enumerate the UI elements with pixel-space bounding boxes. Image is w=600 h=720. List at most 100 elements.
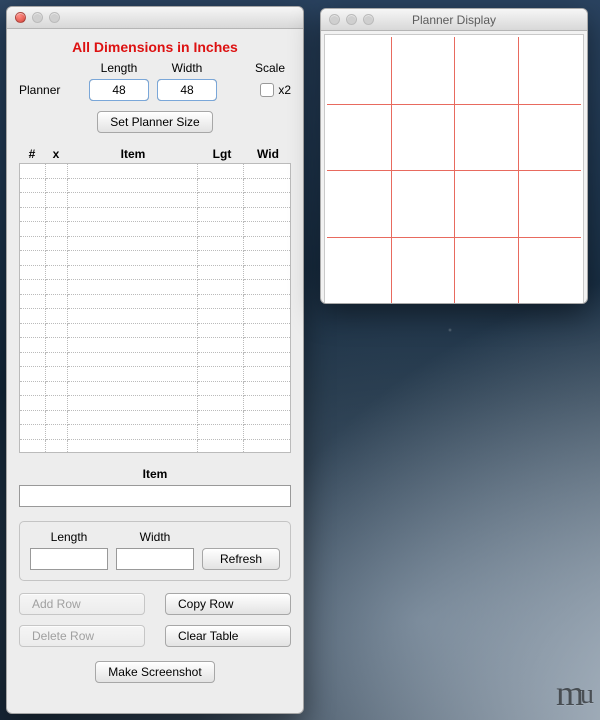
- table-cell[interactable]: [20, 425, 46, 440]
- table-cell[interactable]: [20, 440, 46, 454]
- table-cell[interactable]: [198, 251, 244, 266]
- table-cell[interactable]: [20, 237, 46, 252]
- planner-width-input[interactable]: [157, 79, 217, 101]
- table-cell[interactable]: [244, 367, 290, 382]
- table-cell[interactable]: [46, 251, 68, 266]
- table-cell[interactable]: [198, 338, 244, 353]
- table-cell[interactable]: [244, 382, 290, 397]
- table-cell[interactable]: [68, 251, 198, 266]
- table-cell[interactable]: [20, 222, 46, 237]
- table-cell[interactable]: [46, 367, 68, 382]
- table-cell[interactable]: [68, 295, 198, 310]
- table-cell[interactable]: [198, 324, 244, 339]
- table-cell[interactable]: [68, 309, 198, 324]
- planner-canvas[interactable]: [324, 34, 584, 304]
- table-cell[interactable]: [198, 164, 244, 179]
- table-cell[interactable]: [46, 425, 68, 440]
- table-cell[interactable]: [20, 251, 46, 266]
- table-cell[interactable]: [46, 324, 68, 339]
- table-cell[interactable]: [198, 411, 244, 426]
- table-cell[interactable]: [198, 222, 244, 237]
- table-cell[interactable]: [20, 338, 46, 353]
- table-cell[interactable]: [68, 396, 198, 411]
- table-cell[interactable]: [244, 222, 290, 237]
- table-row[interactable]: [20, 237, 290, 252]
- table-cell[interactable]: [68, 411, 198, 426]
- table-cell[interactable]: [20, 396, 46, 411]
- table-cell[interactable]: [46, 237, 68, 252]
- table-row[interactable]: [20, 440, 290, 454]
- table-cell[interactable]: [46, 280, 68, 295]
- minimize-icon[interactable]: [32, 12, 43, 23]
- table-cell[interactable]: [46, 222, 68, 237]
- table-row[interactable]: [20, 367, 290, 382]
- add-row-button[interactable]: Add Row: [19, 593, 145, 615]
- make-screenshot-button[interactable]: Make Screenshot: [95, 661, 214, 683]
- copy-row-button[interactable]: Copy Row: [165, 593, 291, 615]
- table-cell[interactable]: [68, 193, 198, 208]
- table-row[interactable]: [20, 280, 290, 295]
- table-cell[interactable]: [46, 440, 68, 454]
- table-cell[interactable]: [68, 353, 198, 368]
- table-cell[interactable]: [244, 164, 290, 179]
- item-input[interactable]: [19, 485, 291, 507]
- table-cell[interactable]: [20, 266, 46, 281]
- table-cell[interactable]: [244, 251, 290, 266]
- delete-row-button[interactable]: Delete Row: [19, 625, 145, 647]
- planner-length-input[interactable]: [89, 79, 149, 101]
- table-cell[interactable]: [20, 280, 46, 295]
- table-cell[interactable]: [68, 266, 198, 281]
- table-cell[interactable]: [198, 237, 244, 252]
- table-cell[interactable]: [20, 367, 46, 382]
- table-cell[interactable]: [46, 179, 68, 194]
- table-cell[interactable]: [46, 338, 68, 353]
- table-cell[interactable]: [244, 280, 290, 295]
- table-cell[interactable]: [46, 164, 68, 179]
- table-cell[interactable]: [244, 411, 290, 426]
- table-cell[interactable]: [198, 382, 244, 397]
- table-row[interactable]: [20, 309, 290, 324]
- table-cell[interactable]: [20, 324, 46, 339]
- table-row[interactable]: [20, 353, 290, 368]
- table-cell[interactable]: [198, 280, 244, 295]
- table-cell[interactable]: [198, 266, 244, 281]
- clear-table-button[interactable]: Clear Table: [165, 625, 291, 647]
- table-cell[interactable]: [46, 382, 68, 397]
- items-table[interactable]: [19, 163, 291, 453]
- table-cell[interactable]: [198, 425, 244, 440]
- table-row[interactable]: [20, 193, 290, 208]
- table-row[interactable]: [20, 382, 290, 397]
- titlebar-display[interactable]: Planner Display: [321, 9, 587, 31]
- table-cell[interactable]: [244, 266, 290, 281]
- table-row[interactable]: [20, 164, 290, 179]
- table-cell[interactable]: [68, 324, 198, 339]
- table-row[interactable]: [20, 222, 290, 237]
- table-row[interactable]: [20, 338, 290, 353]
- table-cell[interactable]: [68, 425, 198, 440]
- table-cell[interactable]: [244, 396, 290, 411]
- table-cell[interactable]: [68, 367, 198, 382]
- table-cell[interactable]: [198, 396, 244, 411]
- table-cell[interactable]: [46, 266, 68, 281]
- table-cell[interactable]: [46, 295, 68, 310]
- table-cell[interactable]: [244, 338, 290, 353]
- table-cell[interactable]: [46, 208, 68, 223]
- table-row[interactable]: [20, 251, 290, 266]
- table-cell[interactable]: [244, 353, 290, 368]
- table-row[interactable]: [20, 324, 290, 339]
- table-cell[interactable]: [198, 295, 244, 310]
- table-cell[interactable]: [68, 237, 198, 252]
- titlebar-main[interactable]: [7, 7, 303, 29]
- table-cell[interactable]: [244, 179, 290, 194]
- table-cell[interactable]: [20, 208, 46, 223]
- table-cell[interactable]: [198, 353, 244, 368]
- length-input[interactable]: [30, 548, 108, 570]
- table-row[interactable]: [20, 208, 290, 223]
- table-cell[interactable]: [244, 295, 290, 310]
- table-cell[interactable]: [244, 193, 290, 208]
- table-cell[interactable]: [20, 411, 46, 426]
- table-cell[interactable]: [20, 309, 46, 324]
- table-cell[interactable]: [198, 367, 244, 382]
- table-row[interactable]: [20, 396, 290, 411]
- table-cell[interactable]: [244, 309, 290, 324]
